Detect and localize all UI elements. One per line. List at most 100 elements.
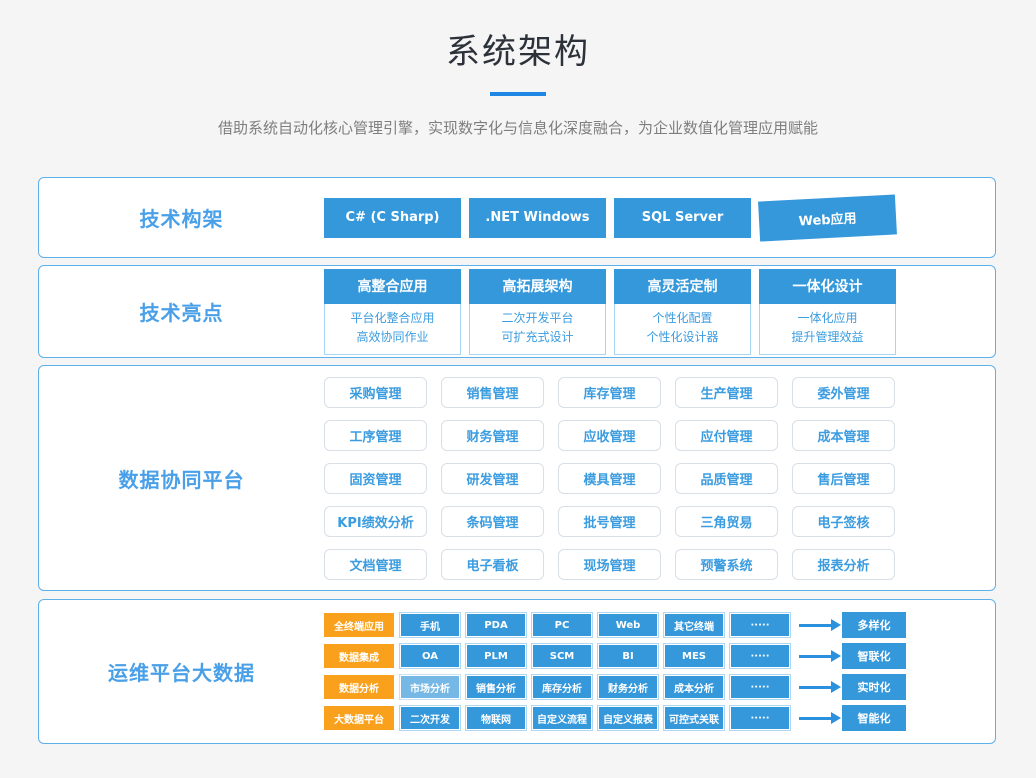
module-block: 报表分析	[792, 549, 895, 580]
bigdata-item: 手机	[400, 613, 460, 637]
bigdata-row: 大数据平台二次开发物联网自定义流程自定义报表可控式关联·····智能化	[324, 705, 906, 731]
bigdata-item: 自定义报表	[598, 706, 658, 730]
right-arrow-icon	[799, 717, 833, 720]
bigdata-row: 全终端应用手机PDAPCWeb其它终端····· 多样化	[324, 612, 906, 638]
bigdata-item: PLM	[466, 644, 526, 668]
module-grid-row: 采购管理销售管理库存管理生产管理委外管理	[324, 377, 895, 408]
module-grid-row: 工序管理财务管理应收管理应付管理成本管理	[324, 420, 895, 451]
highlight-card: 高灵活定制个性化配置个性化设计器	[614, 269, 751, 355]
highlight-card-line: 个性化配置	[615, 309, 750, 328]
section-label-tech-highlights: 技术亮点	[39, 297, 324, 326]
section-label-tech-framework: 技术构架	[39, 203, 324, 232]
highlight-card: 高拓展架构二次开发平台可扩充式设计	[469, 269, 606, 355]
module-block: 售后管理	[792, 463, 895, 494]
module-block: 品质管理	[675, 463, 778, 494]
highlight-card-line: 平台化整合应用	[325, 309, 460, 328]
bigdata-item: MES	[664, 644, 724, 668]
bigdata-item: BI	[598, 644, 658, 668]
module-block: 条码管理	[441, 506, 544, 537]
bigdata-item: PDA	[466, 613, 526, 637]
highlight-card-title: 高整合应用	[324, 269, 461, 304]
tech-stack-block: SQL Server	[614, 198, 751, 238]
highlight-card-title: 高拓展架构	[469, 269, 606, 304]
module-block: 成本管理	[792, 420, 895, 451]
module-block: 模具管理	[558, 463, 661, 494]
module-block: 电子看板	[441, 549, 544, 580]
right-arrow-icon	[799, 686, 833, 689]
bigdata-item: 库存分析	[532, 675, 592, 699]
module-block: 批号管理	[558, 506, 661, 537]
bigdata-item: OA	[400, 644, 460, 668]
highlight-card-title: 一体化设计	[759, 269, 896, 304]
highlight-card-body: 平台化整合应用高效协同作业	[324, 304, 461, 355]
highlight-cards: 高整合应用平台化整合应用高效协同作业高拓展架构二次开发平台可扩充式设计高灵活定制…	[324, 269, 896, 355]
highlight-card-body: 个性化配置个性化设计器	[614, 304, 751, 355]
highlight-card-line: 高效协同作业	[325, 328, 460, 347]
module-block: 应付管理	[675, 420, 778, 451]
category-tag: 数据分析	[324, 675, 394, 699]
highlight-card-line: 个性化设计器	[615, 328, 750, 347]
result-block: 智能化	[842, 705, 906, 731]
category-tag: 数据集成	[324, 644, 394, 668]
module-block: 预警系统	[675, 549, 778, 580]
category-tag: 全终端应用	[324, 613, 394, 637]
bigdata-item: Web	[598, 613, 658, 637]
bigdata-item: 物联网	[466, 706, 526, 730]
bigdata-item: 成本分析	[664, 675, 724, 699]
module-block: 财务管理	[441, 420, 544, 451]
bigdata-item: 可控式关联	[664, 706, 724, 730]
module-block: 销售管理	[441, 377, 544, 408]
section-label-ops-bigdata: 运维平台大数据	[39, 657, 324, 686]
bigdata-item: 财务分析	[598, 675, 658, 699]
module-block: 现场管理	[558, 549, 661, 580]
bigdata-item: 二次开发	[400, 706, 460, 730]
result-block: 智联化	[842, 643, 906, 669]
module-block: 委外管理	[792, 377, 895, 408]
result-block: 实时化	[842, 674, 906, 700]
right-arrow-icon	[799, 624, 833, 627]
module-grid-row: 文档管理电子看板现场管理预警系统报表分析	[324, 549, 895, 580]
module-block: 电子签核	[792, 506, 895, 537]
module-grid-row: KPI绩效分析条码管理批号管理三角贸易电子签核	[324, 506, 895, 537]
bigdata-item: 自定义流程	[532, 706, 592, 730]
module-grid: 采购管理销售管理库存管理生产管理委外管理工序管理财务管理应收管理应付管理成本管理…	[324, 377, 895, 580]
module-grid-row: 固资管理研发管理模具管理品质管理售后管理	[324, 463, 895, 494]
module-block: 生产管理	[675, 377, 778, 408]
panel-tech-framework: 技术构架 C# (C Sharp).NET WindowsSQL ServerW…	[38, 177, 996, 258]
module-block: 三角贸易	[675, 506, 778, 537]
bigdata-item: 市场分析	[400, 675, 460, 699]
right-arrow-icon	[799, 655, 833, 658]
bigdata-item: 其它终端	[664, 613, 724, 637]
section-label-data-collaboration: 数据协同平台	[39, 464, 324, 493]
page-subtitle: 借助系统自动化核心管理引擎，实现数字化与信息化深度融合，为企业数值化管理应用赋能	[0, 117, 1036, 138]
bigdata-item: ·····	[730, 613, 790, 637]
module-block: 工序管理	[324, 420, 427, 451]
result-block: 多样化	[842, 612, 906, 638]
module-block: 研发管理	[441, 463, 544, 494]
highlight-card-line: 提升管理效益	[760, 328, 895, 347]
bigdata-item: SCM	[532, 644, 592, 668]
module-block: 库存管理	[558, 377, 661, 408]
tech-stack-block: Web应用	[758, 194, 897, 241]
module-block: 采购管理	[324, 377, 427, 408]
panel-tech-highlights: 技术亮点 高整合应用平台化整合应用高效协同作业高拓展架构二次开发平台可扩充式设计…	[38, 265, 996, 358]
bigdata-item: ·····	[730, 675, 790, 699]
module-block: KPI绩效分析	[324, 506, 427, 537]
panel-ops-bigdata: 运维平台大数据 全终端应用手机PDAPCWeb其它终端·····多样化数据集成O…	[38, 599, 996, 744]
highlight-card: 高整合应用平台化整合应用高效协同作业	[324, 269, 461, 355]
panel-data-collaboration: 数据协同平台 采购管理销售管理库存管理生产管理委外管理工序管理财务管理应收管理应…	[38, 365, 996, 591]
page-header: 系统架构 借助系统自动化核心管理引擎，实现数字化与信息化深度融合，为企业数值化管…	[0, 0, 1036, 138]
highlight-card-body: 一体化应用提升管理效益	[759, 304, 896, 355]
page-title: 系统架构	[0, 24, 1036, 73]
highlight-card-line: 可扩充式设计	[470, 328, 605, 347]
tech-buttons: C# (C Sharp).NET WindowsSQL ServerWeb应用	[324, 198, 896, 238]
highlight-card-line: 一体化应用	[760, 309, 895, 328]
bigdata-row: 数据分析市场分析销售分析库存分析财务分析成本分析····· 实时化	[324, 674, 906, 700]
highlight-card-title: 高灵活定制	[614, 269, 751, 304]
tech-stack-block: .NET Windows	[469, 198, 606, 238]
bigdata-item: ·····	[730, 706, 790, 730]
bigdata-item: PC	[532, 613, 592, 637]
bigdata-item: 销售分析	[466, 675, 526, 699]
bigdata-row: 数据集成OAPLMSCMBIMES·····智联化	[324, 643, 906, 669]
title-underline	[490, 92, 546, 96]
